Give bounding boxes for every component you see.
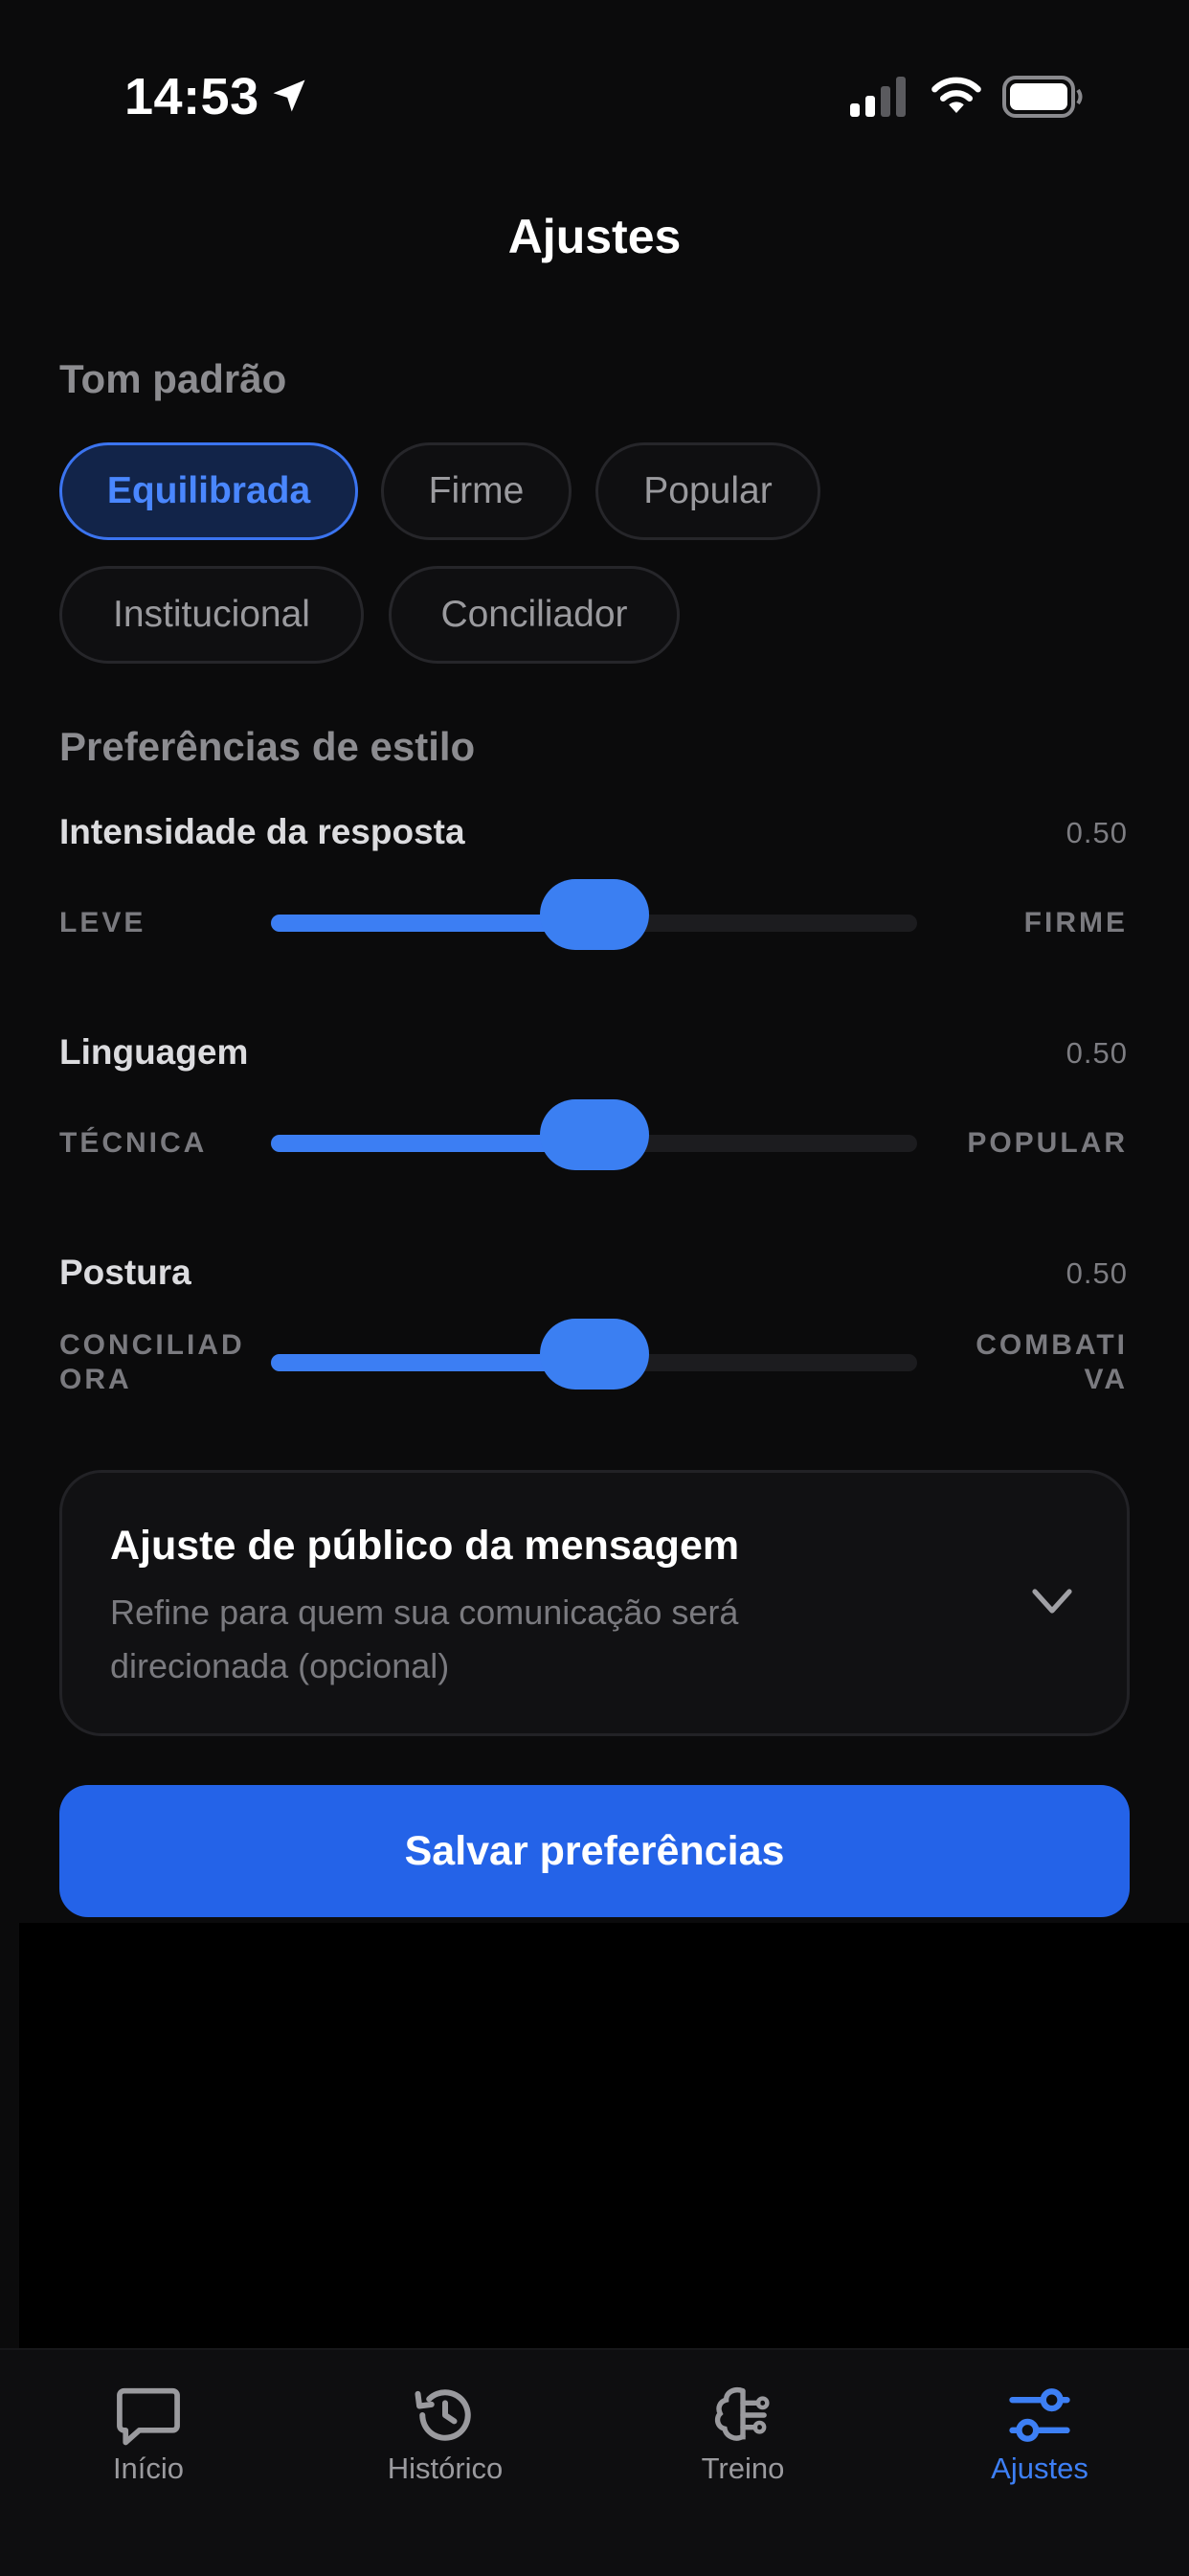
settings-sliders-icon [1009, 2388, 1070, 2442]
language-value: 0.50 [1066, 1036, 1128, 1070]
language-label: Linguagem [59, 1032, 249, 1072]
status-bar: 14:53 [0, 0, 1189, 192]
tone-section-title: Tom padrão [59, 356, 287, 401]
tone-chip-equilibrada[interactable]: Equilibrada [59, 442, 358, 540]
audience-description: Refine para quem sua comunicação será di… [110, 1593, 739, 1685]
tab-treino[interactable]: Treino [594, 2350, 891, 2513]
chevron-down-icon [1032, 1589, 1072, 1614]
wifi-icon [931, 77, 981, 113]
language-min-label: TÉCNICA [59, 1127, 208, 1159]
brain-circuit-icon [714, 2387, 770, 2441]
save-preferences-button[interactable]: Salvar preferências [59, 1785, 1130, 1917]
tab-treino-label: Treino [701, 2452, 785, 2485]
audience-dropdown[interactable]: Ajuste de público da mensagem Refine par… [59, 1470, 1130, 1736]
empty-content-area [19, 1923, 1189, 2348]
posture-label: Postura [59, 1253, 191, 1292]
posture-max-label: COMBATIVA [976, 1329, 1128, 1395]
style-section-title: Preferências de estilo [59, 724, 476, 769]
battery-icon [1002, 76, 1083, 118]
posture-slider[interactable] [271, 1319, 917, 1390]
tone-chip-popular[interactable]: Popular [595, 442, 820, 540]
language-slider-thumb[interactable] [539, 1099, 649, 1170]
intensity-value: 0.50 [1066, 816, 1128, 849]
intensity-slider-thumb[interactable] [539, 879, 649, 950]
intensity-max-label: FIRME [1023, 907, 1128, 938]
tab-inicio-label: Início [112, 2452, 185, 2485]
tab-historico-label: Histórico [387, 2452, 504, 2485]
posture-slider-thumb[interactable] [539, 1319, 649, 1390]
audience-title: Ajuste de público da mensagem [110, 1523, 740, 1569]
tab-ajustes-label: Ajustes [991, 2452, 1088, 2485]
intensity-slider[interactable] [271, 879, 917, 950]
language-max-label: POPULAR [967, 1127, 1128, 1159]
posture-value: 0.50 [1066, 1256, 1128, 1290]
location-arrow-icon [273, 79, 305, 112]
cellular-signal-icon [850, 77, 906, 117]
tab-historico[interactable]: Histórico [297, 2350, 594, 2513]
tab-bar: Início Histórico Treino Ajustes [0, 2348, 1189, 2576]
intensity-label: Intensidade da resposta [59, 812, 465, 851]
chat-bubble-icon [117, 2387, 180, 2446]
tab-ajustes[interactable]: Ajustes [891, 2350, 1188, 2513]
status-time: 14:53 [124, 68, 259, 125]
page-title: Ajustes [507, 210, 682, 263]
tone-chip-conciliador[interactable]: Conciliador [389, 566, 680, 664]
history-icon [415, 2389, 471, 2441]
posture-min-label: CONCILIADORA [59, 1329, 245, 1395]
language-slider[interactable] [271, 1099, 917, 1170]
tone-chip-institucional[interactable]: Institucional [59, 566, 364, 664]
tone-chip-firme[interactable]: Firme [381, 442, 572, 540]
intensity-min-label: LEVE [59, 907, 146, 938]
tab-inicio[interactable]: Início [0, 2350, 297, 2513]
